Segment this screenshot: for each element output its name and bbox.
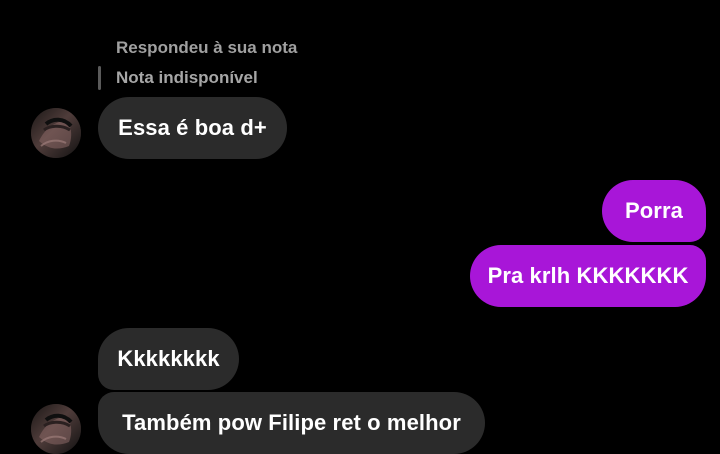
reply-unavailable-note: Nota indisponível bbox=[116, 68, 258, 87]
message-bubble-received[interactable]: Kkkkkkkk bbox=[98, 328, 239, 390]
reply-context: Respondeu à sua nota Nota indisponível bbox=[98, 34, 338, 96]
avatar-art bbox=[31, 108, 81, 158]
message-bubble-received[interactable]: Também pow Filipe ret o melhor bbox=[98, 392, 485, 454]
message-bubble-sent[interactable]: Porra bbox=[602, 180, 706, 242]
avatar-art bbox=[31, 404, 81, 454]
reply-indicator-bar bbox=[98, 66, 101, 90]
message-bubble-sent[interactable]: Pra krlh KKKKKKK bbox=[470, 245, 706, 307]
chat-thread: Respondeu à sua nota Nota indisponível E… bbox=[0, 0, 720, 454]
message-bubble-received[interactable]: Essa é boa d+ bbox=[98, 97, 287, 159]
contact-avatar[interactable] bbox=[31, 108, 81, 158]
reply-status: Respondeu à sua nota bbox=[116, 38, 298, 57]
contact-avatar[interactable] bbox=[31, 404, 81, 454]
